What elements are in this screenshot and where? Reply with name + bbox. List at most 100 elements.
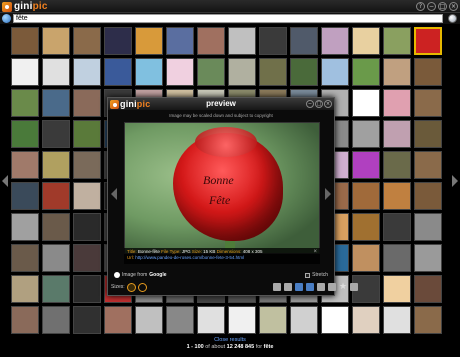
- image-thumbnail[interactable]: [321, 58, 349, 86]
- image-thumbnail[interactable]: [414, 151, 442, 179]
- image-thumbnail[interactable]: [290, 306, 318, 334]
- size-option-small[interactable]: [126, 282, 136, 292]
- image-thumbnail[interactable]: [414, 275, 442, 303]
- image-thumbnail[interactable]: [383, 275, 411, 303]
- image-thumbnail[interactable]: [321, 306, 349, 334]
- image-thumbnail[interactable]: [383, 27, 411, 55]
- image-thumbnail[interactable]: [42, 244, 70, 272]
- copy-icon[interactable]: [284, 283, 292, 291]
- close-info-icon[interactable]: ×: [313, 249, 317, 255]
- image-thumbnail[interactable]: [42, 306, 70, 334]
- image-thumbnail[interactable]: [166, 58, 194, 86]
- image-thumbnail[interactable]: [352, 306, 380, 334]
- image-thumbnail[interactable]: [259, 58, 287, 86]
- image-thumbnail[interactable]: [290, 58, 318, 86]
- close-button[interactable]: ×: [449, 2, 458, 11]
- source-name[interactable]: Google: [149, 272, 166, 278]
- image-thumbnail[interactable]: [42, 151, 70, 179]
- preview-maximize-button[interactable]: □: [315, 100, 323, 108]
- settings-icon[interactable]: [350, 283, 358, 291]
- image-thumbnail[interactable]: [352, 120, 380, 148]
- image-thumbnail[interactable]: [321, 27, 349, 55]
- image-thumbnail[interactable]: [42, 275, 70, 303]
- image-thumbnail[interactable]: [73, 89, 101, 117]
- image-thumbnail[interactable]: [228, 58, 256, 86]
- minimize-button[interactable]: −: [427, 2, 436, 11]
- image-thumbnail[interactable]: [11, 213, 39, 241]
- image-thumbnail[interactable]: [352, 213, 380, 241]
- image-thumbnail[interactable]: [383, 182, 411, 210]
- image-thumbnail[interactable]: [11, 58, 39, 86]
- image-thumbnail[interactable]: [383, 213, 411, 241]
- image-thumbnail[interactable]: [11, 182, 39, 210]
- image-thumbnail[interactable]: [352, 151, 380, 179]
- image-thumbnail[interactable]: [352, 27, 380, 55]
- globe-icon[interactable]: [2, 14, 11, 23]
- image-thumbnail[interactable]: [352, 58, 380, 86]
- search-go-icon[interactable]: [448, 14, 457, 23]
- preview-next-arrow-icon[interactable]: [325, 188, 331, 200]
- image-thumbnail[interactable]: [166, 306, 194, 334]
- image-thumbnail[interactable]: [290, 27, 318, 55]
- save-icon[interactable]: [295, 283, 303, 291]
- image-thumbnail[interactable]: [259, 27, 287, 55]
- image-thumbnail[interactable]: [383, 306, 411, 334]
- preview-prev-arrow-icon[interactable]: [111, 188, 117, 200]
- image-thumbnail[interactable]: [414, 58, 442, 86]
- image-thumbnail[interactable]: [73, 27, 101, 55]
- image-thumbnail[interactable]: [73, 120, 101, 148]
- image-thumbnail[interactable]: [259, 306, 287, 334]
- image-thumbnail[interactable]: [197, 58, 225, 86]
- image-thumbnail[interactable]: [42, 120, 70, 148]
- image-thumbnail[interactable]: [42, 182, 70, 210]
- image-thumbnail[interactable]: [135, 27, 163, 55]
- image-thumbnail[interactable]: [104, 306, 132, 334]
- image-thumbnail[interactable]: [11, 89, 39, 117]
- next-page-arrow-icon[interactable]: [452, 175, 458, 187]
- close-results-link[interactable]: Close results: [0, 337, 460, 344]
- preview-image[interactable]: Bonne Fête: [124, 122, 320, 254]
- image-thumbnail[interactable]: [414, 89, 442, 117]
- image-thumbnail[interactable]: [11, 120, 39, 148]
- maximize-button[interactable]: □: [438, 2, 447, 11]
- stretch-checkbox[interactable]: [305, 272, 311, 278]
- image-thumbnail[interactable]: [73, 58, 101, 86]
- image-thumbnail[interactable]: [73, 182, 101, 210]
- image-thumbnail[interactable]: [11, 27, 39, 55]
- image-thumbnail[interactable]: [414, 120, 442, 148]
- image-thumbnail[interactable]: [228, 306, 256, 334]
- url-link[interactable]: http://www.pandeo-de-roses.com/bonne-fet…: [135, 255, 244, 260]
- search-input[interactable]: fête: [13, 14, 443, 23]
- image-thumbnail[interactable]: [73, 244, 101, 272]
- image-thumbnail[interactable]: [11, 306, 39, 334]
- image-thumbnail[interactable]: [104, 27, 132, 55]
- favorite-star-icon[interactable]: ★: [339, 283, 347, 292]
- image-thumbnail[interactable]: [135, 58, 163, 86]
- image-thumbnail[interactable]: [42, 89, 70, 117]
- size-option-large[interactable]: [137, 282, 147, 292]
- image-thumbnail[interactable]: [73, 275, 101, 303]
- help-button[interactable]: ?: [416, 2, 425, 11]
- prev-page-arrow-icon[interactable]: [2, 175, 8, 187]
- image-thumbnail[interactable]: [166, 27, 194, 55]
- image-thumbnail[interactable]: [42, 213, 70, 241]
- desktop-icon[interactable]: [317, 283, 325, 291]
- image-thumbnail[interactable]: [383, 120, 411, 148]
- image-thumbnail[interactable]: [135, 306, 163, 334]
- image-thumbnail[interactable]: [42, 27, 70, 55]
- image-thumbnail[interactable]: [383, 244, 411, 272]
- image-thumbnail[interactable]: [414, 306, 442, 334]
- share-icon[interactable]: [328, 283, 336, 291]
- image-thumbnail[interactable]: [414, 213, 442, 241]
- image-thumbnail[interactable]: [11, 275, 39, 303]
- image-thumbnail[interactable]: [42, 58, 70, 86]
- image-thumbnail[interactable]: [11, 244, 39, 272]
- image-thumbnail[interactable]: [73, 151, 101, 179]
- stretch-option[interactable]: Stretch: [305, 272, 328, 278]
- email-icon[interactable]: [306, 283, 314, 291]
- image-thumbnail[interactable]: [73, 213, 101, 241]
- image-thumbnail[interactable]: [383, 58, 411, 86]
- image-thumbnail[interactable]: [352, 182, 380, 210]
- image-thumbnail[interactable]: [383, 151, 411, 179]
- image-thumbnail[interactable]: [11, 151, 39, 179]
